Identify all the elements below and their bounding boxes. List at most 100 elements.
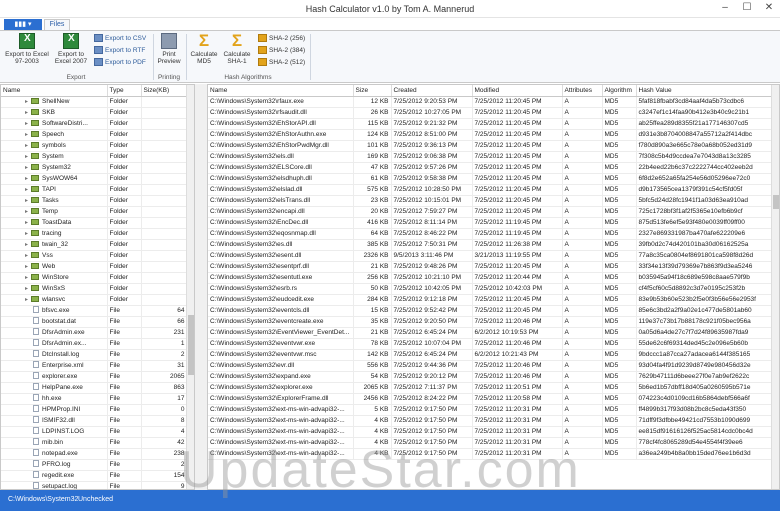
sha256-button[interactable]: SHA-2 (256)	[258, 34, 305, 44]
list-row[interactable]: C:\Windows\System32\evr.dll 556 KB 7/25/20…	[208, 360, 772, 372]
tree-row[interactable]: bfsvc.exe File 64	[1, 305, 188, 317]
tree-row[interactable]: ▸ WinStore Folder	[1, 272, 188, 284]
tree-row[interactable]: PFRO.log File 2	[1, 459, 188, 471]
tree-row[interactable]: HelpPane.exe File 863	[1, 382, 188, 394]
tab-files[interactable]: Files	[44, 19, 70, 30]
tree-row[interactable]: hh.exe File 17	[1, 393, 188, 405]
list-row[interactable]: C:\Windows\System32\els.dll 169 KB 7/25/20…	[208, 151, 772, 163]
list-col-modified[interactable]: Modified	[472, 85, 563, 97]
tree-col-type[interactable]: Type	[107, 85, 142, 97]
tree-row[interactable]: ▸ Tasks Folder	[1, 195, 188, 207]
close-button[interactable]: ✕	[758, 0, 780, 16]
calculate-sha1-button[interactable]: Σ Calculate SHA-1	[222, 32, 252, 65]
list-col-hash[interactable]: Hash Value	[636, 85, 772, 97]
tree-row[interactable]: mib.bin File 42	[1, 437, 188, 449]
maximize-button[interactable]: ☐	[736, 0, 758, 16]
app-menu-button[interactable]: ▮▮▮ ▾	[4, 19, 42, 30]
list-col-attributes[interactable]: Attributes	[562, 85, 603, 97]
list-row[interactable]: C:\Windows\System32\es.dll 385 KB 7/25/201…	[208, 239, 772, 251]
list-row[interactable]: C:\Windows\System32\elslad.dll 575 KB 7/25…	[208, 184, 772, 196]
list-row[interactable]: C:\Windows\System32\esent.dll 2326 KB 9/5/…	[208, 250, 772, 262]
list-row[interactable]: C:\Windows\System32\esrb.rs 50 KB 7/25/201…	[208, 283, 772, 295]
export-excel-2007-button[interactable]: Export to Excel 2007	[52, 33, 90, 65]
list-row[interactable]: C:\Windows\System32\elsTrans.dll 23 KB 7/2…	[208, 195, 772, 207]
export-pdf-button[interactable]: Export to PDF	[94, 58, 146, 68]
tree-row[interactable]: ▸ ToastData Folder	[1, 217, 188, 229]
list-row[interactable]: C:\Windows\System32\eudcedit.exe 284 KB 7/…	[208, 294, 772, 306]
tree-row[interactable]: DtcInstall.log File 2	[1, 349, 188, 361]
tree-row[interactable]: notepad.exe File 238	[1, 448, 188, 460]
list-col-name[interactable]: Name	[208, 85, 354, 97]
tree-row[interactable]: ▸ SysWOW64 Folder	[1, 173, 188, 185]
tree-row[interactable]: ▸ twain_32 Folder	[1, 239, 188, 251]
list-col-size[interactable]: Size	[353, 85, 392, 97]
list-col-algorithm[interactable]: Algorithm	[602, 85, 637, 97]
list-row[interactable]: C:\Windows\System32\ext-ms-win-advapi32-…	[208, 448, 772, 460]
tree-row[interactable]: setupact.log File 9	[1, 481, 188, 489]
list-row[interactable]: C:\Windows\System32\rfaux.exe 12 KB 7/25/2…	[208, 96, 772, 108]
list-row[interactable]: C:\Windows\System32\rfsaudit.dll 26 KB 7/2…	[208, 107, 772, 119]
export-excel-2003-button[interactable]: Export to Excel 97-2003	[4, 33, 50, 65]
list-scroll-thumb[interactable]	[773, 195, 779, 209]
export-csv-button[interactable]: Export to CSV	[94, 34, 146, 44]
calculate-md5-button[interactable]: Σ Calculate MD5	[190, 32, 218, 65]
list-row[interactable]: C:\Windows\System32\ext-ms-win-advapi32-…	[208, 426, 772, 438]
tree-row[interactable]: bootstat.dat File 66	[1, 316, 188, 328]
tree-row[interactable]: ▸ TAPI Folder	[1, 184, 188, 196]
list-row[interactable]: C:\Windows\System32\eventvwr.exe 78 KB 7/2…	[208, 338, 772, 350]
tree-row[interactable]: ▸ System32 Folder	[1, 162, 188, 174]
list-row[interactable]: C:\Windows\System32\esentprf.dll 21 KB 7/2…	[208, 261, 772, 273]
list-row[interactable]: C:\Windows\System32\EhStorAuthn.exe 124 K…	[208, 129, 772, 141]
tree-row[interactable]: DfsrAdmin.ex... File 1	[1, 338, 188, 350]
list-row[interactable]: C:\Windows\System32\ELSCore.dll 47 KB 7/25…	[208, 162, 772, 174]
tree-row[interactable]: ▸ WinSxS Folder	[1, 283, 188, 295]
tree-row[interactable]: ▸ Vss Folder	[1, 250, 188, 262]
sha384-button[interactable]: SHA-2 (384)	[258, 46, 305, 56]
list-row[interactable]: C:\Windows\System32\eventcreate.exe 35 KB…	[208, 316, 772, 328]
list-row[interactable]: C:\Windows\System32\ext-ms-win-advapi32-…	[208, 415, 772, 427]
tree-row[interactable]: ISMIF32.dll File 8	[1, 415, 188, 427]
list-row[interactable]: C:\Windows\System32\esentutl.exe 256 KB 7/…	[208, 272, 772, 284]
sha512-button[interactable]: SHA-2 (512)	[258, 58, 305, 68]
list-row[interactable]: C:\Windows\System32\ext-ms-win-advapi32-…	[208, 437, 772, 449]
tree-scrollbar[interactable]	[186, 85, 194, 489]
list-row[interactable]: C:\Windows\System32\EncDec.dll 416 KB 7/25…	[208, 217, 772, 229]
list-row[interactable]: C:\Windows\System32\ExplorerFrame.dll 245…	[208, 393, 772, 405]
tree-row[interactable]: regedit.exe File 154	[1, 470, 188, 482]
list-col-created[interactable]: Created	[391, 85, 473, 97]
pane-splitter[interactable]	[195, 84, 207, 490]
tree-row[interactable]: ▸ System Folder	[1, 151, 188, 163]
list-row[interactable]: C:\Windows\System32\EventViewer_EventDet…	[208, 327, 772, 339]
tree-row[interactable]: ▸ ShellNew Folder	[1, 96, 188, 108]
list-row[interactable]: C:\Windows\System32\EhStorPwdMgr.dll 101 …	[208, 140, 772, 152]
tree-col-name[interactable]: Name	[1, 85, 108, 97]
tree-row[interactable]: ▸ wlansvc Folder	[1, 294, 188, 306]
tree-row[interactable]: explorer.exe File 2065	[1, 371, 188, 383]
minimize-button[interactable]: –	[714, 0, 736, 16]
list-row[interactable]: C:\Windows\System32\ext-ms-win-advapi32-…	[208, 404, 772, 416]
list-scrollbar[interactable]	[771, 85, 779, 489]
print-preview-button[interactable]: Print Preview	[156, 33, 182, 65]
tree-row[interactable]: DfsrAdmin.exe File 231	[1, 327, 188, 339]
list-row[interactable]: C:\Windows\System32\expand.exe 54 KB 7/25/…	[208, 371, 772, 383]
list-row[interactable]: C:\Windows\System32\encapi.dll 20 KB 7/25/…	[208, 206, 772, 218]
tree-row[interactable]: ▸ SKB Folder	[1, 107, 188, 119]
tree-row[interactable]: ▸ Web Folder	[1, 261, 188, 273]
tree-row[interactable]: Enterprise.xml File 31	[1, 360, 188, 372]
tree-row[interactable]: ▸ Speech Folder	[1, 129, 188, 141]
list-row[interactable]: C:\Windows\System32\explorer.exe 2065 KB 7…	[208, 382, 772, 394]
list-row[interactable]: C:\Windows\System32\eventcls.dll 15 KB 7/2…	[208, 305, 772, 317]
list-row[interactable]: C:\Windows\System32\eqosnmap.dll 64 KB 7/2…	[208, 228, 772, 240]
tree-row[interactable]: LDPINST.LOG File 4	[1, 426, 188, 438]
tree-row[interactable]: ▸ Temp Folder	[1, 206, 188, 218]
tree-row[interactable]: ▸ SoftwareDistri... Folder	[1, 118, 188, 130]
tree-col-size[interactable]: Size(KB)	[141, 85, 188, 97]
list-row[interactable]: C:\Windows\System32\elsdhuph.dll 61 KB 7/2…	[208, 173, 772, 185]
list-row[interactable]: C:\Windows\System32\EhStorAPI.dll 115 KB 7…	[208, 118, 772, 130]
tree-row[interactable]: HPMProp.INI File 0	[1, 404, 188, 416]
tree-row[interactable]: ▸ tracing Folder	[1, 228, 188, 240]
tree-scroll-thumb[interactable]	[188, 315, 194, 375]
tree-row[interactable]: ▸ symbols Folder	[1, 140, 188, 152]
export-rtf-button[interactable]: Export to RTF	[94, 46, 145, 56]
list-row[interactable]: C:\Windows\System32\eventvwr.msc 142 KB 7/…	[208, 349, 772, 361]
